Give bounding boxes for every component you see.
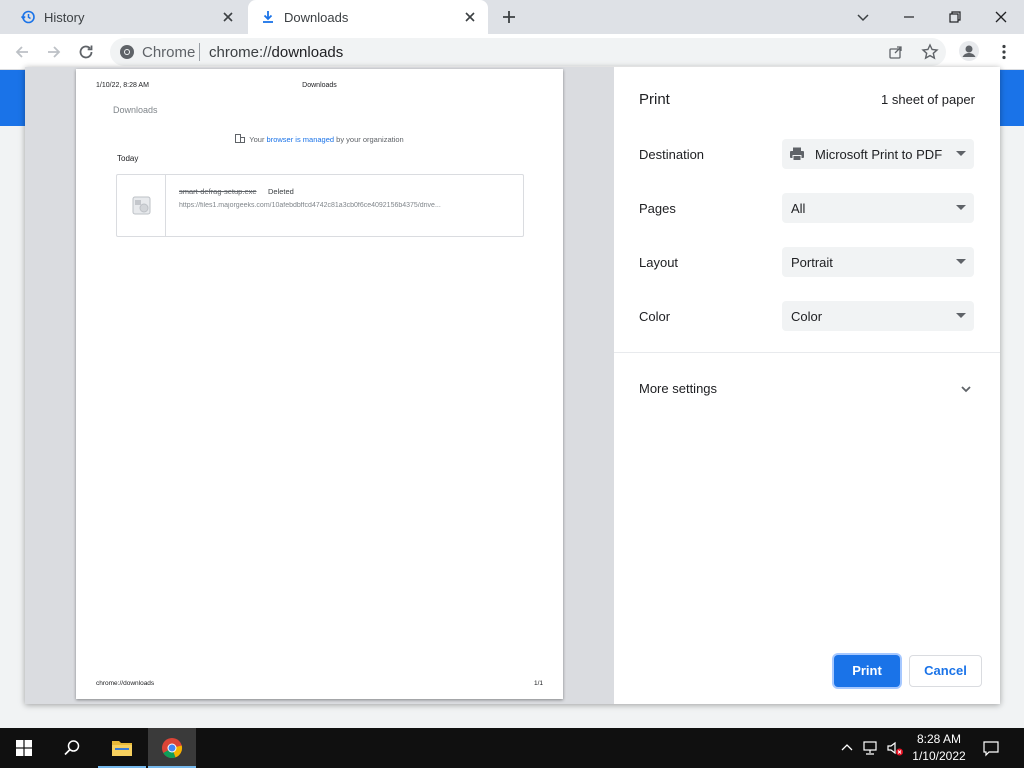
- cancel-button[interactable]: Cancel: [909, 655, 982, 687]
- layout-value: Portrait: [791, 255, 833, 270]
- dropdown-arrow-icon: [956, 313, 966, 318]
- address-bar[interactable]: Chrome chrome://downloads: [110, 38, 946, 66]
- managed-link[interactable]: browser is managed: [267, 135, 335, 144]
- managed-notice: Your browser is managed by your organiza…: [76, 134, 563, 144]
- footer-page-number: 1/1: [533, 680, 543, 687]
- url-scheme: chrome://: [209, 44, 272, 61]
- search-button[interactable]: [48, 728, 96, 768]
- close-icon[interactable]: [462, 9, 478, 25]
- url-text[interactable]: chrome://downloads: [209, 44, 343, 61]
- site-label: Chrome: [142, 44, 196, 61]
- dropdown-arrow-icon: [956, 205, 966, 210]
- restore-icon[interactable]: [943, 5, 967, 29]
- file-icon-cell: [117, 175, 166, 236]
- destination-select[interactable]: Microsoft Print to PDF: [782, 139, 974, 169]
- sheet-count: 1 sheet of paper: [881, 92, 975, 107]
- more-menu-icon[interactable]: [994, 42, 1014, 62]
- windows-logo-icon: [16, 740, 32, 756]
- more-settings-label: More settings: [639, 381, 718, 396]
- dropdown-arrow-icon: [956, 259, 966, 264]
- chrome-site-icon[interactable]: [119, 44, 135, 60]
- toolbar: Chrome chrome://downloads: [0, 34, 1024, 70]
- destination-label: Destination: [639, 147, 705, 162]
- managed-suffix: by your organization: [334, 135, 404, 144]
- tab-label: History: [44, 10, 85, 25]
- print-title: Print: [639, 91, 670, 108]
- destination-value: Microsoft Print to PDF: [815, 147, 943, 162]
- tab-history[interactable]: History: [8, 0, 246, 34]
- history-icon: [20, 10, 35, 24]
- download-filename: smart-defrag-setup.exe: [179, 187, 257, 196]
- divider: [614, 352, 1000, 353]
- share-icon[interactable]: [888, 44, 904, 60]
- close-icon[interactable]: [220, 9, 236, 25]
- close-window-icon[interactable]: [989, 5, 1013, 29]
- back-icon[interactable]: [12, 42, 32, 62]
- downloads-header-bar: [0, 70, 26, 126]
- clock-time[interactable]: 8:28 AM: [905, 732, 973, 746]
- folder-icon: [112, 741, 132, 756]
- color-label: Color: [639, 309, 671, 324]
- pages-label: Pages: [639, 201, 676, 216]
- download-item-card: smart-defrag-setup.exe Deleted https://f…: [116, 174, 524, 237]
- section-today: Today: [117, 154, 139, 163]
- forward-icon[interactable]: [44, 42, 64, 62]
- divider: [199, 43, 200, 61]
- chrome-taskbar-button[interactable]: [148, 728, 196, 768]
- print-preview-area: 1/10/22, 8:28 AM Downloads Downloads You…: [25, 67, 614, 704]
- network-icon[interactable]: [862, 739, 880, 757]
- tab-label: Downloads: [284, 10, 349, 25]
- print-settings-panel: Print 1 sheet of paper Destination Micro…: [614, 67, 1000, 704]
- color-select[interactable]: Color: [782, 301, 974, 331]
- chrome-icon: [162, 738, 183, 759]
- new-tab-icon[interactable]: [499, 7, 519, 27]
- search-icon: [64, 740, 80, 756]
- dropdown-arrow-icon: [956, 151, 966, 156]
- layout-label: Layout: [639, 255, 679, 270]
- page-title: Downloads: [113, 105, 158, 115]
- pages-select[interactable]: All: [782, 193, 974, 223]
- star-icon[interactable]: [921, 43, 939, 61]
- profile-avatar-icon[interactable]: [958, 40, 980, 62]
- color-value: Color: [791, 309, 823, 324]
- footer-url: chrome://downloads: [96, 680, 155, 687]
- minimize-icon[interactable]: [897, 5, 921, 29]
- taskbar: 8:28 AM 1/10/2022: [0, 728, 1024, 768]
- print-button[interactable]: Print: [834, 655, 900, 687]
- printer-icon: [790, 147, 804, 161]
- download-url: https://files1.majorgeeks.com/10afebdbff…: [179, 202, 441, 209]
- tab-strip: History Downloads: [0, 0, 1024, 34]
- chevron-up-icon[interactable]: [838, 739, 856, 757]
- clock-date[interactable]: 1/10/2022: [905, 749, 973, 763]
- print-dialog: 1/10/22, 8:28 AM Downloads Downloads You…: [25, 67, 1000, 704]
- start-button[interactable]: [0, 728, 48, 768]
- download-status: Deleted: [268, 187, 294, 196]
- header-title: Downloads: [302, 82, 337, 89]
- file-explorer-button[interactable]: [98, 728, 146, 768]
- url-host: downloads: [271, 44, 344, 61]
- tab-downloads[interactable]: Downloads: [248, 0, 488, 34]
- layout-select[interactable]: Portrait: [782, 247, 974, 277]
- preview-page: 1/10/22, 8:28 AM Downloads Downloads You…: [76, 69, 563, 699]
- volume-muted-icon[interactable]: [886, 739, 904, 757]
- tab-search-icon[interactable]: [851, 5, 875, 29]
- file-type-icon: [132, 196, 151, 215]
- chevron-down-icon: [961, 386, 971, 393]
- pages-value: All: [791, 201, 806, 216]
- managed-prefix: Your: [249, 135, 267, 144]
- more-settings-toggle[interactable]: More settings: [614, 367, 1000, 411]
- notifications-icon[interactable]: [982, 739, 1000, 757]
- download-icon: [263, 11, 273, 23]
- reload-icon[interactable]: [76, 42, 96, 62]
- building-icon: [235, 134, 246, 143]
- downloads-header-bar: [998, 70, 1024, 126]
